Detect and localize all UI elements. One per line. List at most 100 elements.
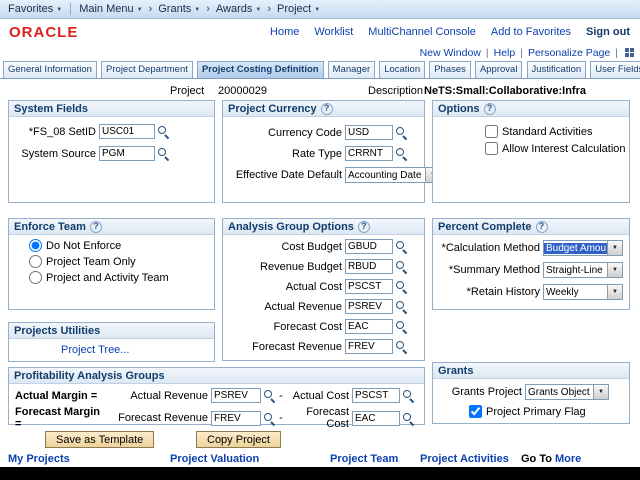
allow-interest-label: Allow Interest Calculation [502,142,626,155]
project-and-activity-team-radio[interactable] [29,271,42,284]
actual-revenue-label: Actual Revenue [264,300,342,313]
setid-lookup-icon[interactable] [157,125,170,138]
breadcrumb-favorites[interactable]: Favorites [6,3,64,15]
forecast-revenue-lookup-icon[interactable] [395,340,408,353]
actual-revenue-lookup-icon[interactable] [395,300,408,313]
project-activities-link[interactable]: Project Activities [420,453,509,465]
forecast-revenue-input[interactable] [345,339,393,354]
goto-more-link[interactable]: More [555,453,581,465]
personalize-page-link[interactable]: Personalize Page [528,47,610,59]
breadcrumb-grants[interactable]: Grants [156,3,202,15]
actual-cost-input[interactable] [345,279,393,294]
project-tree-link[interactable]: Project Tree... [61,344,129,356]
system-fields-header: System Fields [9,101,214,117]
tab-approval[interactable]: Approval [474,61,523,78]
forecast-cost-label: Forecast Cost [306,406,349,430]
help-icon[interactable] [357,220,370,233]
help-icon[interactable] [535,220,548,233]
project-primary-flag-checkbox[interactable] [469,405,482,418]
forecast-cost-input[interactable] [345,319,393,334]
tab-phases[interactable]: Phases [429,61,471,78]
multichannel-console-link[interactable]: MultiChannel Console [368,26,476,38]
help-link[interactable]: Help [494,47,516,59]
tab-user-fields[interactable]: User Fields [590,61,640,78]
analysis-group-header: Analysis Group Options [223,219,424,235]
page-utility-bar: New Window Help Personalize Page [0,44,640,61]
breadcrumb-awards[interactable]: Awards [214,3,263,15]
project-valuation-link[interactable]: Project Valuation [170,453,259,465]
grants-project-select[interactable]: Grants Object [525,384,609,400]
rate-type-lookup-icon[interactable] [395,147,408,160]
system-source-lookup-icon[interactable] [157,147,170,160]
summary-method-select[interactable]: Straight-Line [543,262,623,278]
system-source-input[interactable] [99,146,155,161]
percent-complete-title: Percent Complete [438,220,532,233]
grid-icon[interactable] [625,48,634,57]
copy-project-button[interactable]: Copy Project [196,431,281,448]
do-not-enforce-radio[interactable] [29,239,42,252]
chevron-down-icon [607,285,622,299]
tab-location[interactable]: Location [379,61,426,78]
project-id: 20000029 [218,85,267,97]
summary-method-label: *Summary Method [448,264,540,276]
percent-complete-box: Percent Complete *Calculation Method Bud… [432,218,630,310]
project-and-activity-team-label: Project and Activity Team [46,271,169,284]
calculation-method-select[interactable]: Budget Amou [543,240,623,256]
breadcrumb-chevron-icon [149,3,153,15]
tab-justification[interactable]: Justification [526,61,587,78]
forecast-cost-lookup-icon[interactable] [395,320,408,333]
forecast-cost-lookup-icon[interactable] [402,412,415,425]
breadcrumb-main-menu[interactable]: Main Menu [77,3,144,15]
actual-cost-input[interactable] [352,388,400,403]
options-box: Options Standard Activities Allow Intere… [432,100,630,203]
project-team-only-radio[interactable] [29,255,42,268]
actual-revenue-lookup-icon[interactable] [263,389,276,402]
retain-history-select[interactable]: Weekly [543,284,623,300]
rate-type-input[interactable] [345,146,393,161]
tab-project-costing-definition[interactable]: Project Costing Definition [196,61,324,78]
effective-date-select[interactable]: Accounting Date [345,167,441,183]
tab-general-information[interactable]: General Information [3,61,97,78]
cost-budget-lookup-icon[interactable] [395,240,408,253]
forecast-revenue-lookup-icon[interactable] [263,412,276,425]
worklist-link[interactable]: Worklist [314,26,353,38]
revenue-budget-lookup-icon[interactable] [395,260,408,273]
my-projects-link[interactable]: My Projects [8,453,70,465]
actual-cost-lookup-icon[interactable] [402,389,415,402]
profitability-header: Profitability Analysis Groups [9,368,424,384]
enforce-team-header: Enforce Team [9,219,214,235]
add-to-favorites-link[interactable]: Add to Favorites [491,26,571,38]
grants-title: Grants [438,364,474,377]
forecast-revenue-input[interactable] [211,410,261,426]
revenue-budget-input[interactable] [345,259,393,274]
setid-input[interactable] [99,124,155,139]
forecast-cost-input[interactable] [352,410,400,426]
cost-budget-row: Cost Budget [225,239,408,254]
save-as-template-button[interactable]: Save as Template [45,431,155,448]
sign-out-link[interactable]: Sign out [586,26,630,38]
help-icon[interactable] [89,220,102,233]
project-team-link[interactable]: Project Team [330,453,398,465]
breadcrumb-project[interactable]: Project [275,3,322,15]
help-icon[interactable] [483,102,496,115]
allow-interest-checkbox[interactable] [485,142,498,155]
standard-activities-checkbox[interactable] [485,125,498,138]
tab-manager[interactable]: Manager [327,61,376,78]
minus-separator: - [279,389,283,402]
currency-code-lookup-icon[interactable] [395,126,408,139]
tab-project-department[interactable]: Project Department [101,61,193,78]
new-window-link[interactable]: New Window [420,47,481,59]
actual-revenue-input[interactable] [345,299,393,314]
project-primary-flag-label: Project Primary Flag [486,405,586,418]
help-icon[interactable] [320,102,333,115]
projects-utilities-box: Projects Utilities Project Tree... [8,322,215,362]
actual-revenue-input[interactable] [211,388,261,403]
grants-project-row: Grants Project Grants Object [443,384,609,400]
actual-cost-lookup-icon[interactable] [395,280,408,293]
retain-history-row: *Retain History Weekly [435,284,623,300]
profitability-box: Profitability Analysis Groups Actual Mar… [8,367,425,430]
home-link[interactable]: Home [270,26,299,38]
standard-activities-row: Standard Activities [485,125,593,138]
cost-budget-input[interactable] [345,239,393,254]
currency-code-input[interactable] [345,125,393,140]
